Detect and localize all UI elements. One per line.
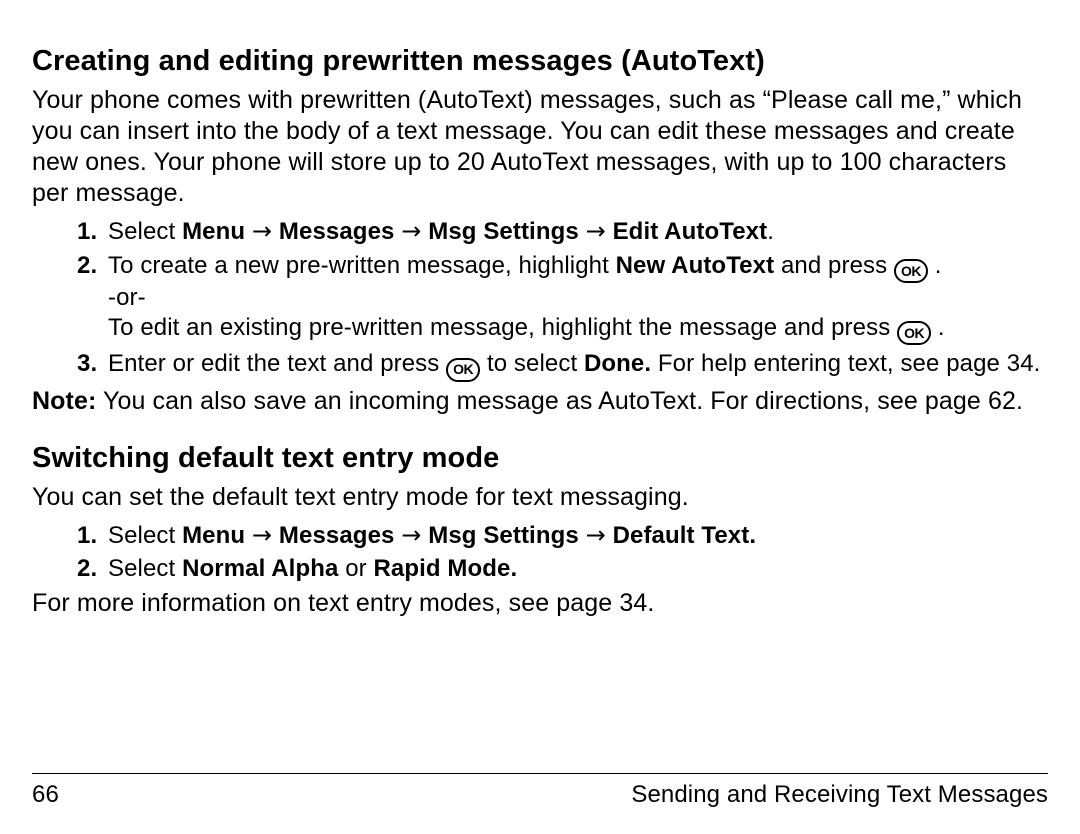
step3-mid: to select	[487, 350, 584, 377]
intro-autotext: Your phone comes with prewritten (AutoTe…	[32, 85, 1048, 209]
arrow-icon: →	[252, 217, 272, 245]
step2-edit-line: To edit an existing pre-written message,…	[108, 314, 897, 341]
note-label: Note:	[32, 387, 96, 415]
page-number: 66	[32, 780, 59, 810]
done-label: Done.	[584, 350, 651, 377]
rapid-mode-label: Rapid Mode.	[374, 555, 518, 582]
period: .	[767, 218, 774, 245]
step2-post-new: and press	[774, 252, 894, 279]
step-3: Enter or edit the text and press OK to s…	[104, 349, 1048, 382]
msg-settings-label: Msg Settings	[428, 218, 579, 245]
arrow-icon: →	[401, 521, 421, 549]
ok-key-icon: OK	[894, 259, 928, 283]
step-1: Select Menu → Messages → Msg Settings → …	[104, 521, 1048, 551]
step3-post: For help entering text, see page 34.	[651, 350, 1040, 377]
ok-key-icon: OK	[446, 358, 480, 382]
steps-autotext: Select Menu → Messages → Msg Settings → …	[32, 217, 1048, 382]
step1-lead: Select	[108, 218, 182, 245]
footer-rule	[32, 773, 1048, 774]
intro-text-entry-mode: You can set the default text entry mode …	[32, 482, 1048, 513]
note-text: You can also save an incoming message as…	[96, 387, 1023, 415]
footer-title: Sending and Receiving Text Messages	[631, 780, 1048, 810]
default-text-label: Default Text.	[613, 522, 757, 549]
step2-period1: .	[928, 252, 942, 279]
edit-autotext-label: Edit AutoText	[613, 218, 768, 245]
step2-or: or	[338, 555, 373, 582]
note-autotext: Note: You can also save an incoming mess…	[32, 386, 1048, 417]
step2-lead: Select	[108, 555, 182, 582]
closing-text-entry-mode: For more information on text entry modes…	[32, 588, 1048, 619]
page-footer: 66 Sending and Receiving Text Messages	[32, 773, 1048, 810]
messages-label: Messages	[279, 218, 395, 245]
step-2: To create a new pre-written message, hig…	[104, 251, 1048, 346]
ok-key-icon: OK	[897, 321, 931, 345]
step2-period2: .	[931, 314, 945, 341]
menu-label: Menu	[182, 522, 245, 549]
steps-text-entry-mode: Select Menu → Messages → Msg Settings → …	[32, 521, 1048, 585]
step1-lead: Select	[108, 522, 182, 549]
arrow-icon: →	[252, 521, 272, 549]
messages-label: Messages	[279, 522, 395, 549]
new-autotext-label: New AutoText	[616, 252, 775, 279]
step2-pre: To create a new pre-written message, hig…	[108, 252, 616, 279]
step3-pre: Enter or edit the text and press	[108, 350, 446, 377]
step-1: Select Menu → Messages → Msg Settings → …	[104, 217, 1048, 247]
menu-label: Menu	[182, 218, 245, 245]
step2-or: -or-	[108, 284, 146, 311]
arrow-icon: →	[586, 521, 606, 549]
normal-alpha-label: Normal Alpha	[182, 555, 338, 582]
step-2: Select Normal Alpha or Rapid Mode.	[104, 554, 1048, 584]
arrow-icon: →	[401, 217, 421, 245]
msg-settings-label: Msg Settings	[428, 522, 579, 549]
heading-autotext: Creating and editing prewritten messages…	[32, 44, 1048, 79]
heading-text-entry-mode: Switching default text entry mode	[32, 441, 1048, 476]
arrow-icon: →	[586, 217, 606, 245]
